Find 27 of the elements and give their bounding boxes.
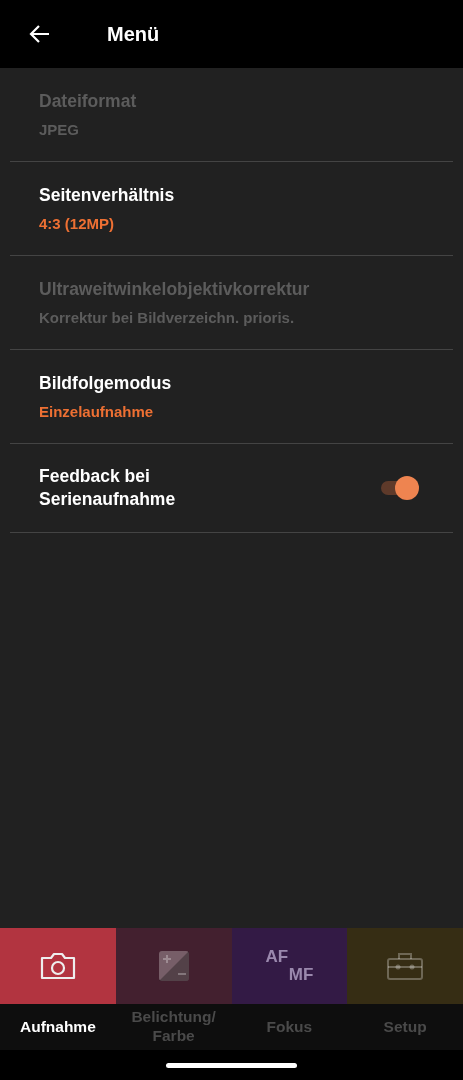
screen-title: Menü [107,22,160,46]
setting-value: Einzelaufnahme [39,403,155,420]
setting-label: Bildfolgemodus [39,373,173,394]
tab[interactable]: Aufnahme [0,928,116,1050]
tab-label: Belichtung/ Farbe [130,1007,217,1046]
back-arrow-icon [28,24,50,44]
setting-label: Seitenverhältnis [39,185,176,206]
home-indicator[interactable] [166,1062,297,1068]
camera-icon [38,951,77,981]
setting-label: Ultraweitwinkelobjektivkorrektur [39,279,311,300]
exposure-icon [157,950,190,982]
focus-mode-icon: AF MF [265,948,314,984]
tab-label: Setup [382,1016,428,1037]
tab-label: Aufnahme [18,1016,97,1037]
toggle-switch[interactable] [381,475,419,501]
tab-label: Fokus [265,1016,314,1037]
setting-value: 4:3 (12MP) [39,215,116,232]
setting-value: JPEG [39,121,81,138]
setting-row[interactable]: Seitenverhältnis 4:3 (12MP) [0,162,463,255]
setting-label: Feedback bei Serienaufnahme [39,465,177,511]
setting-label: Dateiformat [39,91,138,112]
setting-value: Korrektur bei Bildverzeichn. prioris. [39,309,296,326]
toolbox-icon [386,951,425,981]
setting-row[interactable]: Bildfolgemodus Einzelaufnahme [0,350,463,443]
tab[interactable]: AF MF Fokus [231,928,348,1050]
back-button[interactable] [28,24,50,44]
setting-row[interactable]: Feedback bei Serienaufnahme [0,444,463,532]
